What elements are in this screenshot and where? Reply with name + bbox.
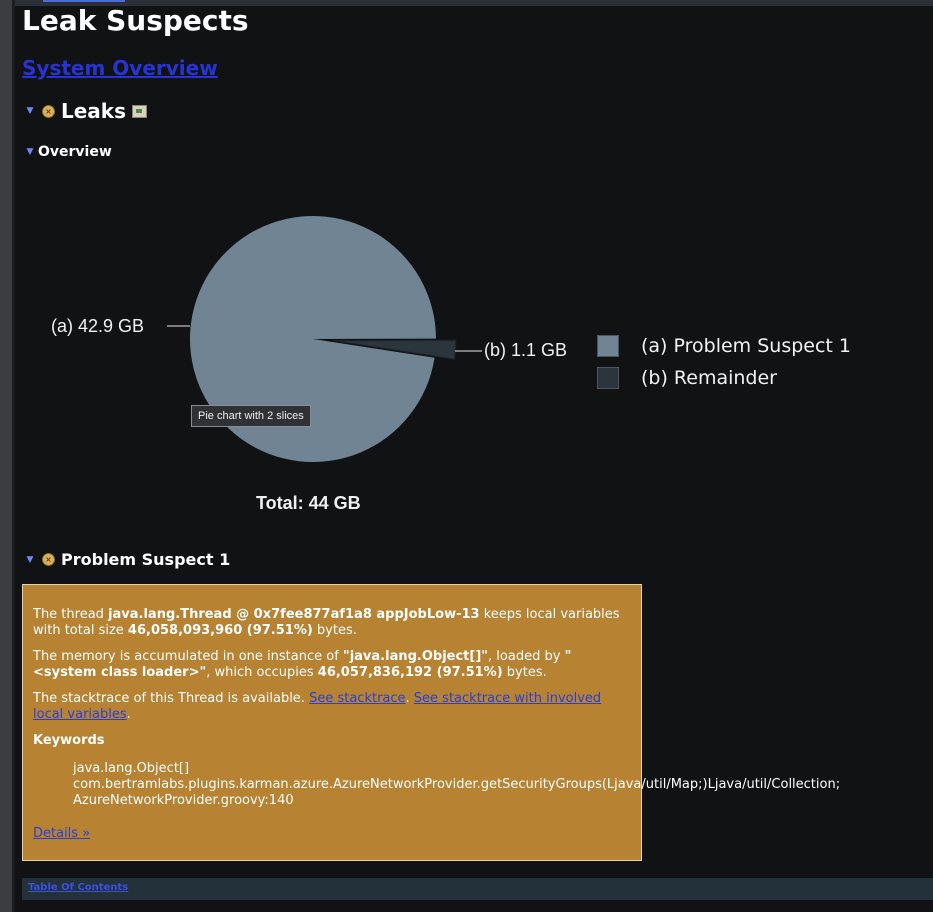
- legend-text-b: (b) Remainder: [641, 367, 777, 389]
- text: The thread: [33, 607, 109, 622]
- keywords-list: java.lang.Object[] com.bertramlabs.plugi…: [73, 761, 841, 809]
- suspect-paragraph-memory: The memory is accumulated in one instanc…: [33, 649, 631, 681]
- suspect-section-header[interactable]: ▼ × Problem Suspect 1: [22, 550, 231, 569]
- thread-name: java.lang.Thread @ 0x7fee877af1a8 appJob…: [108, 607, 480, 622]
- slice-label-b: (b) 1.1 GB: [484, 340, 568, 360]
- text: , loaded by: [488, 649, 565, 664]
- suspect-paragraph-stacktrace: The stacktrace of this Thread is availab…: [33, 691, 631, 723]
- bottom-bar: Table Of Contents: [22, 878, 933, 900]
- text: bytes.: [312, 623, 357, 638]
- details-link[interactable]: Details »: [33, 826, 631, 841]
- keyword-item: java.lang.Object[]: [73, 761, 190, 776]
- retained-size: 46,058,093,960 (97.51%): [127, 623, 313, 638]
- error-x-icon: ×: [42, 553, 55, 566]
- see-stacktrace-link[interactable]: See stacktrace: [309, 691, 405, 706]
- chart-total: Total: 44 GB: [256, 493, 361, 513]
- legend-item-a: (a) Problem Suspect 1: [597, 330, 851, 362]
- text: , which occupies: [206, 665, 318, 680]
- legend-text-a: (a) Problem Suspect 1: [641, 335, 852, 357]
- collapse-triangle-icon[interactable]: ▼: [22, 555, 38, 565]
- legend-swatch-a: [597, 335, 619, 357]
- text: The memory is accumulated in one instanc…: [33, 649, 343, 664]
- chart-tooltip: Pie chart with 2 slices: [191, 405, 311, 427]
- legend-item-b: (b) Remainder: [597, 362, 851, 394]
- table-of-contents-link[interactable]: Table Of Contents: [28, 882, 128, 893]
- class-name: "java.lang.Object[]": [342, 649, 489, 664]
- suspect-box: The thread java.lang.Thread @ 0x7fee877a…: [22, 584, 841, 861]
- text: The stacktrace of this Thread is availab…: [33, 691, 310, 706]
- slice-label-a: (a) 42.9 GB: [51, 316, 145, 336]
- pie-chart-svg: [167, 215, 482, 462]
- keywords-title: Keywords: [33, 733, 105, 748]
- chart-legend: (a) Problem Suspect 1 (b) Remainder: [597, 330, 851, 394]
- text: .: [405, 691, 414, 706]
- keyword-item: com.bertramlabs.plugins.karman.azure.Azu…: [73, 777, 841, 792]
- occupied-size: 46,057,836,192 (97.51%): [317, 665, 503, 680]
- text: .: [126, 707, 131, 722]
- suspect-paragraph-thread: The thread java.lang.Thread @ 0x7fee877a…: [33, 607, 631, 639]
- text: bytes.: [502, 665, 547, 680]
- legend-swatch-b: [597, 367, 619, 389]
- suspect-title: Problem Suspect 1: [61, 550, 231, 569]
- pie-chart: (a) 42.9 GB (b) 1.1 GB (a) Problem Suspe…: [0, 0, 933, 540]
- keyword-item: AzureNetworkProvider.groovy:140: [73, 793, 294, 808]
